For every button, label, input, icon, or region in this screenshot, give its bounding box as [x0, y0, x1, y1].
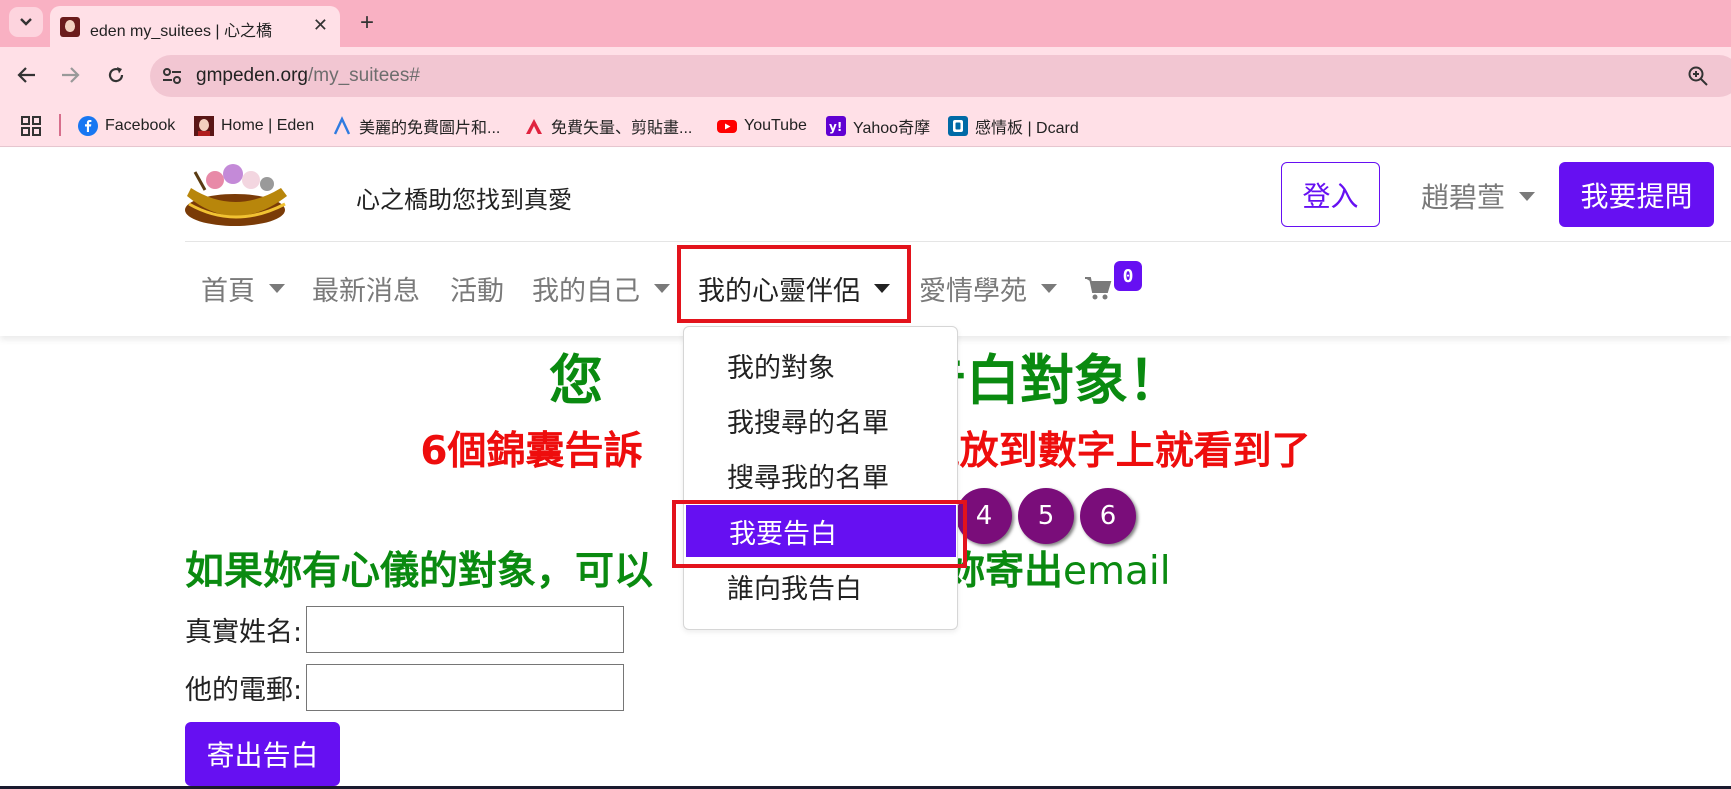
user-name: 趙碧萱	[1421, 181, 1506, 214]
url-host: gmpeden.org	[196, 65, 308, 86]
bookmark-label: Home | Eden	[221, 117, 315, 134]
bookmark-label: Facebook	[105, 117, 176, 134]
shopping-cart-icon	[1085, 277, 1112, 300]
reload-icon	[108, 67, 124, 83]
intro-email: email	[1063, 549, 1171, 594]
address-bar[interactable]: gmpeden.org/my_suitees#	[150, 55, 1731, 97]
close-tab-icon[interactable]: ✕	[313, 15, 328, 36]
site-settings-icon[interactable]	[161, 65, 183, 87]
bookmark-facebook[interactable]: Facebook	[78, 114, 175, 138]
tab-search-button[interactable]	[9, 7, 43, 37]
bookmarks-separator	[59, 114, 61, 136]
nav-label: 我的自己	[532, 275, 640, 307]
bookmark-label: YouTube	[744, 117, 807, 134]
eden-favicon-icon	[60, 17, 80, 37]
bookmark-label: Yahoo奇摩	[853, 120, 931, 137]
youtube-icon	[717, 116, 737, 136]
nav-item-news[interactable]: 最新消息	[312, 243, 420, 333]
arrow-left-icon	[17, 67, 35, 83]
yahoo-icon: y!	[826, 116, 846, 136]
nav-highlight-box	[677, 245, 911, 323]
zoom-icon[interactable]	[1686, 64, 1710, 88]
dcard-icon	[948, 116, 968, 136]
url-text[interactable]: gmpeden.org/my_suitees#	[196, 65, 420, 87]
bookmark-label: 感情板 | Dcard	[975, 120, 1079, 137]
tip-number-6[interactable]: 6	[1080, 488, 1136, 544]
url-path: /my_suitees#	[307, 65, 420, 86]
bookmark-label: 美麗的免費圖片和...	[359, 120, 501, 137]
nav-item-myself[interactable]: 我的自己	[532, 243, 670, 333]
site-slogan: 心之橋助您找到真愛	[356, 186, 572, 214]
nav-item-events[interactable]: 活動	[450, 243, 504, 333]
new-tab-button[interactable]: +	[352, 8, 382, 38]
nav-item-home[interactable]: 首頁	[201, 243, 285, 333]
user-menu[interactable]: 趙碧萱	[1421, 176, 1536, 216]
browser-toolbar: gmpeden.org/my_suitees#	[0, 47, 1731, 104]
email-label: 他的電郵:	[185, 675, 303, 706]
bookmarks-bar: Facebook Home | Eden 美麗的免費圖片和... 免費矢量、剪貼…	[0, 104, 1731, 147]
nav-label: 首頁	[201, 275, 255, 307]
soulmate-dropdown-menu: 我的對象 我搜尋的名單 搜尋我的名單 我要告白 誰向我告白	[683, 326, 958, 630]
tip-number-5[interactable]: 5	[1018, 488, 1074, 544]
back-button[interactable]	[12, 60, 42, 90]
caret-down-icon	[1041, 283, 1057, 293]
ask-question-button[interactable]: 我要提問	[1559, 162, 1714, 227]
chevron-down-icon	[20, 18, 32, 26]
name-row: 真實姓名:	[185, 606, 625, 653]
bookmark-home-eden[interactable]: Home | Eden	[194, 114, 314, 138]
nav-item-love-academy[interactable]: 愛情學苑	[919, 243, 1057, 333]
nav-label: 最新消息	[312, 275, 420, 307]
email-row: 他的電郵:	[185, 664, 625, 711]
svg-text:y!: y!	[829, 120, 842, 134]
nav-label: 活動	[450, 275, 504, 307]
bookmark-pixabay[interactable]: 美麗的免費圖片和...	[332, 114, 500, 138]
caret-down-icon	[1519, 191, 1536, 201]
name-label: 真實姓名:	[185, 617, 303, 648]
caret-down-icon	[269, 283, 285, 293]
real-name-input[interactable]	[306, 606, 625, 653]
forward-button[interactable]	[55, 60, 85, 90]
header-divider	[185, 241, 1731, 242]
dropdown-item-my-search-list[interactable]: 我搜尋的名單	[684, 394, 957, 446]
dropdown-item-my-match[interactable]: 我的對象	[684, 339, 957, 391]
reload-button[interactable]	[101, 60, 131, 90]
tips-left: 6個錦囊告訴	[420, 429, 643, 474]
bookmark-youtube[interactable]: YouTube	[717, 114, 807, 138]
site-logo[interactable]	[185, 158, 290, 228]
facebook-icon	[78, 116, 98, 136]
intro-left: 如果妳有心儀的對象，可以	[185, 549, 654, 594]
vecteezy-icon	[524, 116, 544, 136]
cart-count-badge: 0	[1114, 261, 1142, 291]
bookmark-label: 免費矢量、剪貼畫...	[551, 120, 693, 137]
login-button[interactable]: 登入	[1281, 162, 1380, 227]
caret-down-icon	[654, 283, 670, 293]
tips-number-list: 4 5 6	[956, 488, 1136, 544]
dropdown-item-searched-me[interactable]: 搜尋我的名單	[684, 449, 957, 501]
eden-avatar-icon	[194, 116, 214, 136]
apps-grid-icon[interactable]	[20, 115, 42, 137]
browser-tab-strip: eden my_suitees | 心之橋 ✕ +	[0, 0, 1731, 47]
bookmark-dcard[interactable]: 感情板 | Dcard	[948, 114, 1079, 138]
headline-left: 您	[549, 349, 603, 412]
bookmark-yahoo[interactable]: y! Yahoo奇摩	[826, 114, 930, 138]
pixabay-icon	[332, 116, 352, 136]
bookmark-vecteezy[interactable]: 免費矢量、剪貼畫...	[524, 114, 692, 138]
nav-label: 愛情學苑	[919, 275, 1027, 307]
send-confession-button[interactable]: 寄出告白	[185, 722, 340, 786]
arrow-right-icon	[62, 67, 80, 83]
email-input[interactable]	[306, 664, 625, 711]
tab-title: eden my_suitees | 心之橋	[90, 23, 273, 40]
cart-button[interactable]: 0	[1084, 243, 1142, 333]
dropdown-highlight-box	[672, 500, 967, 568]
browser-tab[interactable]: eden my_suitees | 心之橋 ✕	[50, 6, 340, 47]
